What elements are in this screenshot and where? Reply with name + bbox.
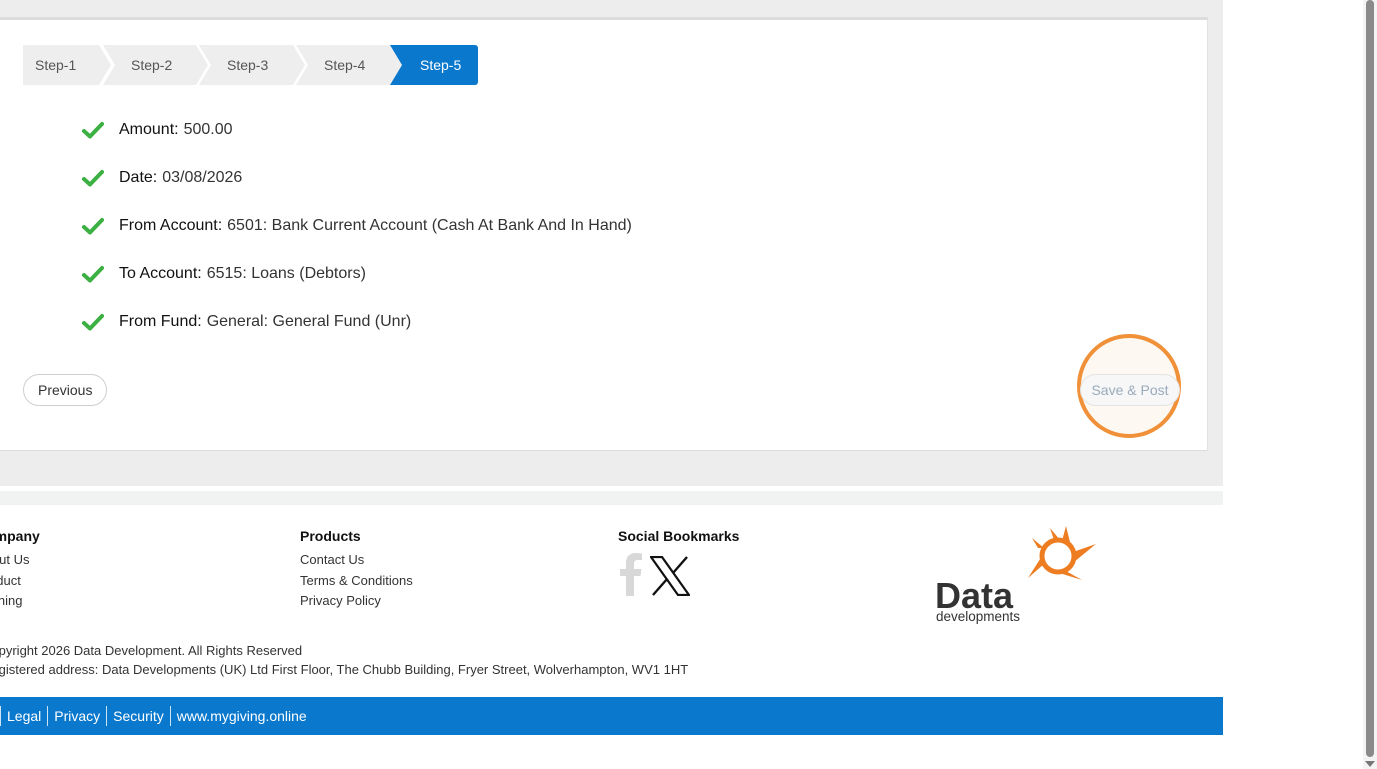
step-label: Step-2 — [131, 57, 173, 73]
check-icon — [82, 170, 104, 187]
review-label: Amount: — [119, 121, 179, 138]
scrollbar-thumb[interactable] — [1366, 0, 1374, 757]
review-label: To Account: — [119, 265, 202, 282]
previous-button[interactable]: Previous — [23, 374, 108, 406]
review-value: 500.00 — [183, 121, 233, 138]
data-developments-logo: Data developments — [935, 526, 1096, 624]
footer-products: Products Contact Us Terms & Conditions P… — [300, 528, 413, 612]
step-4-tab[interactable]: Step-4 — [296, 45, 402, 85]
logo-sub: developments — [936, 609, 1020, 624]
bottom-links: Legal Privacy Security www.mygiving.onli… — [0, 697, 313, 735]
footer-link-contact-us[interactable]: Contact Us — [300, 550, 413, 571]
review-value: 6501: Bank Current Account (Cash At Bank… — [227, 217, 632, 234]
footer-link-training[interactable]: Training — [0, 591, 40, 612]
review-item-amount: Amount: 500.00 — [82, 106, 632, 154]
bottom-link-legal[interactable]: Legal — [0, 706, 47, 726]
review-value: 03/08/2026 — [162, 169, 243, 186]
step-label: Step-5 — [420, 57, 462, 73]
review-item-date: Date: 03/08/2026 — [82, 154, 632, 202]
footer-social: Social Bookmarks — [618, 528, 739, 596]
footer-link-privacy-policy[interactable]: Privacy Policy — [300, 591, 413, 612]
review-label: Date: — [119, 169, 158, 186]
check-icon — [82, 218, 104, 235]
step-1-tab[interactable]: Step-1 — [23, 45, 111, 85]
social-icons — [618, 550, 739, 596]
footer-link-product[interactable]: Product — [0, 571, 40, 592]
save-and-post-button[interactable]: Save & Post — [1080, 374, 1180, 406]
footer-divider — [0, 491, 1223, 505]
step-label: Step-3 — [227, 57, 269, 73]
check-icon — [82, 266, 104, 283]
footer-copyright: Copyright 2026 Data Development. All Rig… — [0, 641, 688, 679]
review-label: From Fund: — [119, 313, 202, 330]
scroll-down-arrow-icon[interactable] — [1365, 761, 1375, 767]
review-item-to-account: To Account: 6515: Loans (Debtors) — [82, 250, 632, 298]
bottom-link-website[interactable]: www.mygiving.online — [169, 706, 313, 726]
review-item-from-account: From Account: 6501: Bank Current Account… — [82, 202, 632, 250]
check-icon — [82, 122, 104, 139]
footer-link-terms[interactable]: Terms & Conditions — [300, 571, 413, 592]
step-3-tab[interactable]: Step-3 — [199, 45, 305, 85]
registered-address: Registered address: Data Developments (U… — [0, 662, 689, 677]
facebook-icon[interactable] — [618, 552, 644, 596]
step-5-tab[interactable]: Step-5 — [390, 45, 478, 85]
step-label: Step-4 — [324, 57, 366, 73]
footer-company: Company About Us Product Training — [0, 528, 40, 612]
x-icon[interactable] — [650, 556, 690, 596]
step-label: Step-1 — [35, 57, 77, 73]
review-value: General: General Fund (Unr) — [206, 313, 412, 330]
footer-link-about-us[interactable]: About Us — [0, 550, 40, 571]
review-summary: Amount: 500.00 Date: 03/08/2026 From Acc… — [82, 106, 632, 346]
check-icon — [82, 314, 104, 331]
footer-company-title: Company — [0, 528, 40, 544]
copyright-text: Copyright 2026 Data Development. All Rig… — [0, 643, 303, 658]
vertical-scrollbar[interactable] — [1363, 0, 1377, 769]
footer-social-title: Social Bookmarks — [618, 528, 740, 544]
review-value: 6515: Loans (Debtors) — [206, 265, 366, 282]
review-label: From Account: — [119, 217, 223, 234]
footer-products-title: Products — [300, 528, 361, 544]
step-2-tab[interactable]: Step-2 — [103, 45, 208, 85]
bottom-link-security[interactable]: Security — [106, 706, 170, 726]
bottom-bar: Legal Privacy Security www.mygiving.onli… — [0, 697, 1223, 735]
bottom-link-privacy[interactable]: Privacy — [47, 706, 106, 726]
review-item-from-fund: From Fund: General: General Fund (Unr) — [82, 298, 632, 346]
